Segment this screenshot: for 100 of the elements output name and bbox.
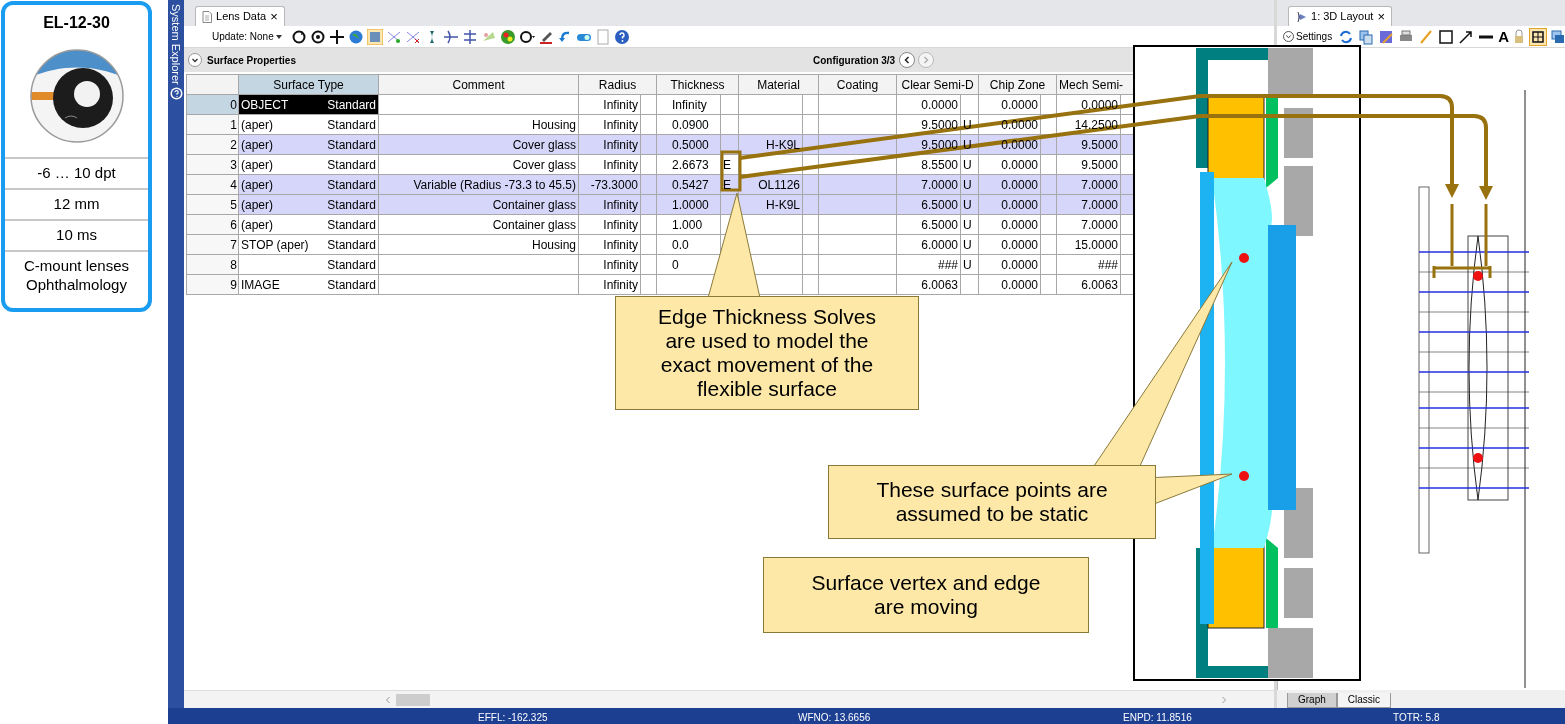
table-cell: 6.0063 [921, 277, 959, 292]
section-title: Surface Properties [207, 53, 296, 68]
scrollbar-thumb[interactable] [396, 693, 430, 706]
surface-name: (aper) [241, 116, 274, 134]
rectangle-icon[interactable] [1438, 28, 1455, 45]
solve-cell: E [723, 157, 732, 172]
table-cell: 7.0000 [1081, 197, 1119, 212]
lens-data-tab[interactable]: Lens Data × [195, 6, 285, 26]
table-cell: 6.5000 [921, 217, 959, 232]
row-number[interactable]: 9 [230, 277, 237, 292]
spec-value: 10 ms [5, 221, 148, 252]
row-number[interactable]: 4 [230, 177, 237, 192]
fit-icon[interactable] [1529, 27, 1547, 46]
table-cell: 0.0900 [672, 117, 709, 132]
comment-cell: Container glass [492, 197, 576, 212]
save-icon[interactable] [1378, 28, 1395, 45]
solve-cell: U [963, 257, 972, 272]
row-number[interactable]: 8 [230, 257, 237, 272]
table-cell: 9.5000 [921, 137, 959, 152]
table-cell: Infinity [603, 97, 638, 112]
color-map-icon[interactable] [499, 28, 516, 45]
table-cell: Infinity [603, 217, 638, 232]
settings-button[interactable]: Settings [1283, 29, 1333, 44]
help-icon[interactable] [169, 86, 183, 100]
update-dropdown[interactable]: Update: None [212, 29, 274, 44]
row-number[interactable]: 3 [230, 157, 237, 172]
table-cell: 0.0000 [1001, 257, 1039, 272]
map-icon[interactable] [366, 28, 383, 45]
table-cell: 7.0000 [921, 177, 959, 192]
table-cell: Infinity [603, 137, 638, 152]
surface-name: STOP (aper) [241, 236, 309, 254]
text-tool-button[interactable]: A [1498, 29, 1509, 44]
spec-value: -6 … 10 dpt [5, 159, 148, 190]
comment-cell: Housing [532, 237, 576, 252]
view-tab[interactable]: Classic [1336, 693, 1392, 708]
copy-icon[interactable] [1358, 28, 1375, 45]
application-label: Ophthalmology [26, 275, 127, 294]
table-cell: 8.5500 [921, 157, 959, 172]
table-cell: 15.0000 [1074, 237, 1119, 252]
surface-type: Standard [327, 96, 376, 114]
table-cell: 9.5000 [921, 117, 959, 132]
table-cell: 0.0000 [1001, 157, 1039, 172]
close-button[interactable]: × [270, 10, 278, 23]
help-icon[interactable] [613, 28, 630, 45]
table-cell: 6.5000 [921, 197, 959, 212]
table-cell: OL1126 [758, 177, 801, 192]
layout-tab[interactable]: 1: 3D Layout × [1288, 6, 1392, 26]
move-icon[interactable] [328, 28, 345, 45]
table-cell: Infinity [603, 117, 638, 132]
table-cell: H-K9L [766, 197, 801, 212]
view-tab[interactable]: Graph [1287, 693, 1337, 708]
comment-cell: Cover glass [512, 137, 576, 152]
globe-icon[interactable] [347, 28, 364, 45]
previous-button[interactable] [899, 52, 916, 68]
surface-name: (aper) [241, 216, 274, 234]
table-cell: 9.5000 [1081, 157, 1119, 172]
row-number[interactable]: 0 [230, 97, 237, 112]
side-tab-label: System Explorer [169, 4, 183, 85]
caret-icon[interactable] [275, 34, 282, 39]
solve-cell: U [963, 177, 972, 192]
close-button[interactable]: × [1377, 10, 1385, 23]
spec-value: 12 mm [5, 190, 148, 221]
surface-type: Standard [327, 196, 376, 214]
table-cell: 1.000 [672, 217, 703, 232]
surface-type: Standard [327, 256, 376, 274]
table-cell: Infinity [603, 257, 638, 272]
circle-icon[interactable] [518, 28, 535, 45]
arrow-icon[interactable] [1458, 28, 1475, 45]
side-panel-tab[interactable]: System Explorer [168, 0, 184, 708]
table-cell: 0.0000 [1001, 217, 1039, 232]
tab-label: 1: 3D Layout [1311, 9, 1374, 25]
table-cell: Infinity [603, 237, 638, 252]
solve-cell: U [963, 197, 972, 212]
column-header[interactable]: Comment [452, 77, 505, 92]
comment-cell: Variable (Radius -73.3 to 45.5) [413, 177, 576, 192]
row-number[interactable]: 1 [230, 117, 237, 132]
table-cell: -73.3000 [590, 177, 638, 192]
comment-cell: Cover glass [512, 157, 576, 172]
row-number[interactable]: 2 [230, 137, 237, 152]
table-cell: 0.0000 [1001, 197, 1039, 212]
row-number[interactable]: 5 [230, 197, 237, 212]
highlight-frame [720, 150, 742, 192]
solve-cell: E [723, 177, 732, 192]
table-cell: 0.0000 [1001, 277, 1039, 292]
document-icon [202, 10, 212, 23]
status-text: ENPD: 11.8516 [1123, 712, 1192, 723]
row-number[interactable]: 7 [230, 237, 237, 252]
table-cell: 0.0000 [1001, 237, 1039, 252]
row-number[interactable]: 6 [230, 217, 237, 232]
surface-type: Standard [327, 176, 376, 194]
collapse-button[interactable] [188, 53, 202, 67]
comment-cell: Housing [532, 117, 576, 132]
chevron-icon [1283, 31, 1294, 42]
window-icon[interactable] [1551, 29, 1565, 44]
table-cell: 0.0000 [1001, 97, 1039, 112]
table-cell: 14.2500 [1074, 117, 1119, 132]
status-text: EFFL: -162.325 [478, 712, 548, 723]
status-text: TOTR: 5.8 [1393, 712, 1440, 723]
product-title: EL-12-30 [42, 13, 111, 33]
table-cell: 0.0000 [1001, 177, 1039, 192]
